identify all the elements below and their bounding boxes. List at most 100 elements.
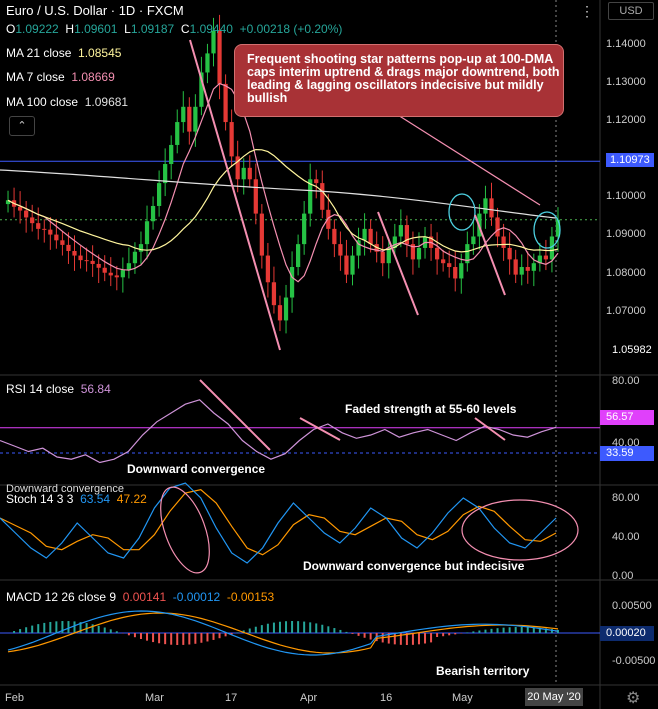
ma100-line (0, 169, 557, 219)
stoch-annotation: Downward convergence but indecisive (303, 559, 525, 573)
candle-body (283, 297, 289, 321)
candle-body (72, 250, 77, 256)
rsi-trend-arrow (199, 379, 271, 451)
candle-body (102, 267, 107, 273)
candle-body (66, 244, 71, 251)
candle-body (531, 263, 536, 271)
x-label-may: May (452, 692, 473, 704)
candle-body (84, 260, 89, 262)
legend-ma100[interactable]: MA 100 close 1.09681 (6, 95, 128, 109)
three-dots-icon: ⋮ (580, 3, 594, 19)
candle-body (265, 255, 271, 283)
gear-icon: ⚙ (626, 690, 641, 707)
candle-body (453, 267, 458, 279)
candle-body (17, 206, 23, 211)
candle-body (489, 198, 494, 218)
stoch-tick-0: 0.00 (612, 570, 634, 582)
stoch-tick-80: 80.00 (612, 492, 640, 504)
candle-body (48, 229, 53, 235)
rsi-annotation-top: Faded strength at 55-60 levels (345, 402, 517, 416)
candle-body (181, 106, 186, 123)
candle-body (507, 247, 512, 260)
candle-body (54, 234, 59, 241)
candle-body (259, 213, 264, 256)
stoch-tick-40: 40.00 (612, 531, 640, 543)
rsi-lower-level-tag: 33.59 (600, 446, 654, 461)
candle-body (447, 263, 452, 268)
candle-body (253, 179, 258, 214)
candle-body (483, 198, 488, 214)
rsi-tick-80: 80.00 (612, 375, 640, 387)
settings-button[interactable]: ⚙ (626, 688, 640, 708)
candle-body (163, 164, 168, 184)
candle-body (169, 144, 174, 165)
ma21-line (7, 148, 559, 253)
x-label-apr: Apr (300, 692, 318, 704)
candle-body (495, 217, 500, 237)
macd-legend[interactable]: MACD 12 26 close 9 0.00141 -0.00012 -0.0… (6, 590, 274, 604)
rsi-upper-level-tag: 56.57 (600, 410, 654, 425)
legend-ma21[interactable]: MA 21 close 1.08545 (6, 46, 121, 60)
candle-body (193, 106, 198, 132)
candle-body (247, 167, 252, 180)
candle-body (277, 305, 283, 321)
candle-body (108, 272, 113, 276)
candle-body (241, 167, 246, 180)
candle-body (30, 217, 35, 224)
price-tick-label: 1.13000 (606, 75, 646, 88)
legend-ma7[interactable]: MA 7 close 1.08669 (6, 70, 115, 84)
x-label-feb: Feb (5, 692, 24, 704)
x-label-16: 16 (380, 692, 393, 704)
trend-arrow (377, 211, 419, 316)
collapse-legend-button[interactable]: ⌃ (9, 116, 35, 136)
candle-body (459, 263, 464, 279)
candle-body (320, 183, 325, 210)
candle-body (362, 228, 367, 241)
candle-body (398, 225, 403, 237)
candle-body (60, 240, 65, 245)
candle-body (471, 236, 476, 245)
chevron-up-icon: ⌃ (17, 120, 27, 132)
stoch-legend[interactable]: Stoch 14 3 3 63.54 47.22 (6, 492, 147, 506)
candle-body (42, 228, 47, 230)
candle-body (295, 244, 301, 268)
candle-body (132, 251, 138, 264)
symbol-title: Euro / U.S. Dollar · 1D · FXCM (6, 3, 184, 18)
candle-body (138, 244, 144, 252)
candle-body (338, 244, 343, 256)
rsi-legend[interactable]: RSI 14 close 56.84 (6, 382, 111, 396)
candle-body (217, 30, 222, 84)
candle-body (144, 221, 150, 245)
candle-body (205, 53, 210, 73)
ohlc-readout: O1.09222 H1.09601 L1.09187 C1.09440 +0.0… (6, 22, 343, 36)
macd-tick-pos: 0.00500 (612, 600, 652, 612)
callout-pointer (389, 109, 541, 206)
price-tick-label: 1.05982 (612, 343, 652, 356)
stoch-circle (461, 499, 579, 561)
macd-current-tag: 0.00020 (600, 626, 654, 641)
candle-body (114, 275, 119, 278)
price-tick-label: 1.10000 (606, 190, 646, 203)
candle-body (229, 122, 234, 157)
candle-body (302, 213, 307, 245)
stoch-circle (160, 486, 210, 574)
candle-body (24, 210, 29, 218)
rsi-trend-arrow (299, 417, 341, 441)
candle-body (271, 282, 277, 306)
shooting-star-circle (448, 193, 476, 231)
candle-body (289, 267, 295, 298)
candle-body (156, 183, 162, 206)
candle-body (96, 263, 101, 268)
macd-tick-neg: -0.00500 (612, 655, 656, 667)
candle-body (36, 223, 41, 229)
candle-body (78, 255, 83, 261)
currency-badge[interactable]: USD (608, 2, 654, 20)
price-tick-label: 1.14000 (606, 37, 646, 50)
crosshair-date-tag: 20 May '20 (525, 688, 583, 706)
more-options-button[interactable]: ⋮ (577, 3, 597, 21)
price-tick-label: 1.09000 (606, 228, 646, 241)
macd-annotation: Bearish territory (436, 664, 530, 678)
candle-body (314, 179, 319, 184)
candle-body (416, 247, 422, 260)
candle-body (150, 205, 156, 222)
